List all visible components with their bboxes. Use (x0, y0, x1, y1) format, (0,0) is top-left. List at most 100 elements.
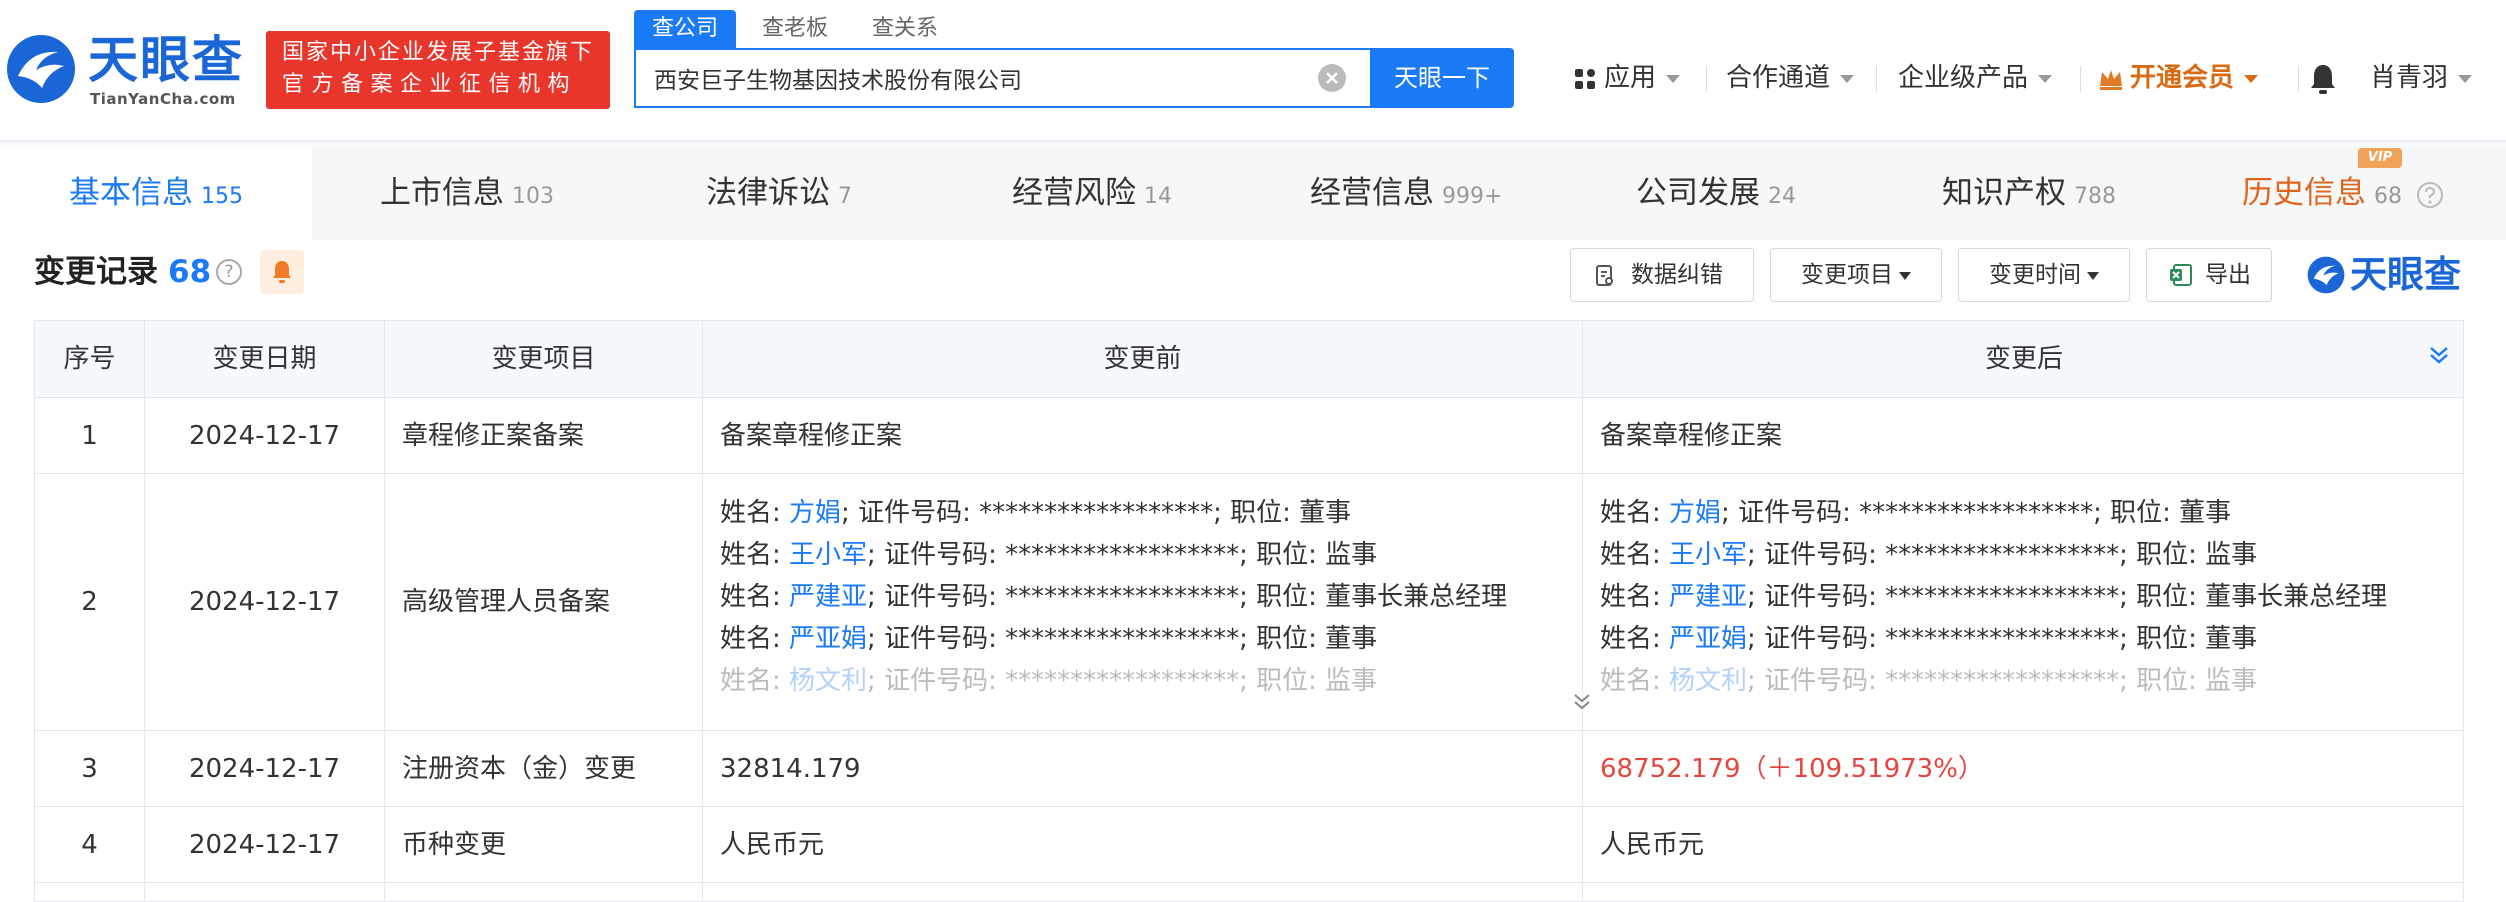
tab-basic-info[interactable]: 基本信息 155 (0, 146, 312, 240)
person-name-link[interactable]: 方娟 (789, 498, 841, 528)
vip-tag: VIP (2358, 148, 2402, 168)
tab-count: 7 (838, 184, 852, 209)
person-line: 姓名: 方娟; 证件号码: ******************; 职位: 董事 (1600, 492, 2463, 534)
person-line: 姓名: 严建亚; 证件号码: ******************; 职位: 董… (720, 576, 1582, 618)
chevron-down-icon (1666, 74, 1681, 83)
search-button[interactable]: 天眼一下 (1370, 48, 1514, 108)
change-item-filter[interactable]: 变更项目 (1770, 248, 1942, 302)
search-tab-relation[interactable]: 查关系 (872, 10, 938, 50)
search-tab-company[interactable]: 查公司 (634, 10, 737, 50)
nav-enterprise-label: 企业级产品 (1898, 63, 2029, 93)
cell-item: 注册资本（金）变更 (385, 731, 703, 806)
tab-listing-info[interactable]: 上市信息 103 (380, 146, 554, 240)
person-name-link[interactable]: 严亚娟 (1669, 624, 1747, 654)
name-label: 姓名: (720, 582, 790, 612)
help-icon[interactable]: ? (216, 259, 242, 285)
person-line: 姓名: 严亚娟; 证件号码: ******************; 职位: 董… (1600, 618, 2463, 660)
tab-count: 14 (1144, 184, 1172, 209)
person-detail: ; 证件号码: ******************; 职位: 董事长兼总经理 (867, 582, 1508, 612)
tab-development[interactable]: 公司发展 24 (1636, 146, 1796, 240)
person-line: 姓名: 王小军; 证件号码: ******************; 职位: 监… (720, 534, 1582, 576)
person-name-link[interactable]: 杨文利 (1669, 666, 1747, 696)
search-input[interactable] (636, 50, 1296, 106)
person-name-link[interactable]: 严建亚 (789, 582, 867, 612)
search-tab-boss[interactable]: 查老板 (762, 10, 828, 50)
caret-down-icon (1899, 271, 1911, 280)
cell-date: 2024-12-17 (145, 474, 385, 730)
export-button[interactable]: 导出 (2146, 248, 2272, 302)
logo-text: 天眼查 (88, 31, 244, 89)
col-header-before: 变更前 (703, 321, 1583, 397)
col-header-index: 序号 (35, 321, 145, 397)
person-name-link[interactable]: 严亚娟 (789, 624, 867, 654)
bell-icon[interactable] (2309, 63, 2337, 95)
tab-count: 68 (2374, 184, 2402, 209)
monitor-button[interactable] (260, 250, 304, 294)
person-detail: ; 证件号码: ******************; 职位: 董事 (867, 624, 1378, 654)
person-detail: ; 证件号码: ******************; 职位: 董事 (841, 498, 1352, 528)
nav-enterprise[interactable]: 企业级产品 (1898, 58, 2053, 98)
tab-litigation[interactable]: 法律诉讼 7 (706, 146, 852, 240)
person-name-link[interactable]: 杨文利 (789, 666, 867, 696)
change-records-table: 序号 变更日期 变更项目 变更前 变更后 1 2024-12-17 章程修正案备… (34, 320, 2464, 902)
tab-label: 基本信息 (69, 175, 193, 211)
person-detail: ; 证件号码: ******************; 职位: 董事 (1721, 498, 2232, 528)
expand-row-icon[interactable] (1572, 692, 1592, 712)
nav-apps[interactable]: 应用 (1574, 58, 1681, 98)
tab-ip[interactable]: 知识产权 788 (1942, 146, 2116, 240)
person-name-link[interactable]: 王小军 (1669, 540, 1747, 570)
person-name-link[interactable]: 严建亚 (1669, 582, 1747, 612)
tab-label: 历史信息 (2242, 175, 2366, 211)
alert-bell-icon (273, 261, 291, 283)
tab-history[interactable]: 历史信息 68 (2242, 146, 2444, 240)
crown-icon (2100, 69, 2122, 90)
expand-all-icon[interactable] (2428, 344, 2450, 366)
section-count: 68 (168, 254, 212, 290)
person-name-link[interactable]: 王小军 (789, 540, 867, 570)
logo-domain: TianYanCha.com (90, 90, 236, 108)
name-label: 姓名: (720, 498, 790, 528)
tab-risk[interactable]: 经营风险 14 (1012, 146, 1172, 240)
cell-after (1583, 883, 2463, 901)
person-line: 姓名: 杨文利; 证件号码: ******************; 职位: 监… (1600, 660, 2463, 702)
person-line: 姓名: 杨文利; 证件号码: ******************; 职位: 监… (720, 660, 1582, 702)
export-label: 导出 (2205, 262, 2251, 288)
tab-operations[interactable]: 经营信息 999+ (1310, 146, 1502, 240)
cell-date: 2024-12-17 (145, 731, 385, 806)
cell-index: 3 (35, 731, 145, 806)
site-logo[interactable]: 天眼查 TianYanCha.com (4, 28, 254, 114)
tab-count: 103 (512, 184, 554, 209)
col-header-after: 变更后 (1984, 344, 2063, 374)
cell-index: 2 (35, 474, 145, 730)
person-detail: ; 证件号码: ******************; 职位: 董事 (1747, 624, 2258, 654)
data-correction-button[interactable]: 数据纠错 (1570, 248, 1754, 302)
tab-label: 法律诉讼 (706, 175, 830, 211)
data-correction-label: 数据纠错 (1631, 262, 1723, 288)
nav-user[interactable]: 肖青羽 (2370, 58, 2473, 98)
change-item-label: 变更项目 (1801, 262, 1893, 288)
cell-after: 姓名: 方娟; 证件号码: ******************; 职位: 董事… (1583, 474, 2463, 730)
table-row: 3 2024-12-17 注册资本（金）变更 32814.179 68752.1… (35, 731, 2463, 807)
person-name-link[interactable]: 方娟 (1669, 498, 1721, 528)
tab-count: 24 (1768, 184, 1796, 209)
tab-label: 知识产权 (1942, 175, 2066, 211)
nav-vip[interactable]: 开通会员 (2098, 58, 2259, 98)
name-label: 姓名: (1600, 540, 1670, 570)
person-line: 姓名: 王小军; 证件号码: ******************; 职位: 监… (1600, 534, 2463, 576)
person-detail: ; 证件号码: ******************; 职位: 监事 (1747, 666, 2258, 696)
badge-line-1: 国家中小企业发展子基金旗下 (282, 40, 595, 65)
change-time-filter[interactable]: 变更时间 (1958, 248, 2130, 302)
nav-vip-label: 开通会员 (2130, 63, 2235, 93)
chevron-down-icon (2458, 74, 2473, 83)
col-header-date: 变更日期 (145, 321, 385, 397)
clear-icon[interactable] (1318, 64, 1346, 92)
official-badge[interactable]: 国家中小企业发展子基金旗下 官方备案企业征信机构 (266, 31, 610, 109)
person-line: 姓名: 严建亚; 证件号码: ******************; 职位: 董… (1600, 576, 2463, 618)
name-label: 姓名: (1600, 498, 1670, 528)
nav-channel[interactable]: 合作通道 (1726, 58, 1855, 98)
cell-after-increase: 68752.179（＋109.51973%） (1600, 754, 1984, 784)
change-time-label: 变更时间 (1989, 262, 2081, 288)
logo-mark-icon (2307, 256, 2345, 294)
table-row: 2 2024-12-17 高级管理人员备案 姓名: 方娟; 证件号码: ****… (35, 474, 2463, 731)
cell-index: 4 (35, 807, 145, 882)
